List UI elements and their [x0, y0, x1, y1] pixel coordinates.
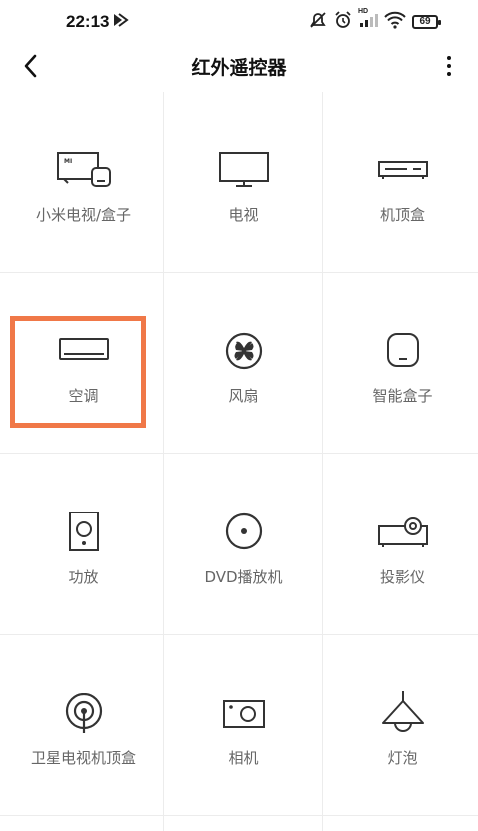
alarm-icon: [334, 11, 352, 33]
projector-icon: [377, 517, 428, 547]
device-smart-box[interactable]: 智能盒子: [323, 273, 478, 453]
tv-icon: [218, 152, 269, 187]
hd-label: HD: [358, 8, 369, 15]
air-conditioner-icon: [58, 338, 109, 360]
more-options-button[interactable]: [434, 48, 464, 84]
device-label: 智能盒子: [372, 387, 433, 405]
battery-icon: 69: [412, 15, 441, 29]
device-amplifier[interactable]: 功放: [4, 454, 163, 634]
device-set-top-box[interactable]: 机顶盒: [323, 92, 478, 272]
device-label: 功放: [68, 568, 99, 586]
device-air-conditioner[interactable]: 空调: [4, 273, 163, 453]
page-title: 红外遥控器: [191, 57, 287, 79]
signal-icon: HD: [358, 8, 378, 33]
device-label: 机顶盒: [379, 206, 425, 224]
device-label: 灯泡: [387, 749, 418, 767]
more-vertical-icon: [447, 56, 451, 76]
status-icons: HD 69: [308, 8, 441, 33]
device-grid: MI 小米电视/盒子 电视 机顶盒 空调 风扇 智能盒子 功放 DVD播放机 投…: [0, 92, 478, 831]
mi-tv-box-icon: MI: [56, 152, 111, 187]
device-label: DVD播放机: [204, 568, 283, 586]
device-label: 风扇: [228, 387, 259, 405]
device-camera[interactable]: 相机: [164, 635, 323, 815]
wifi-icon: [384, 11, 406, 33]
svg-text:MI: MI: [64, 158, 72, 165]
status-bar: 22:13 HD 69: [0, 0, 478, 40]
device-label: 投影仪: [379, 568, 425, 586]
smart-box-icon: [386, 333, 419, 367]
title-bar: 红外遥控器: [0, 40, 478, 92]
fan-icon: [225, 332, 262, 370]
device-label: 空调: [68, 387, 99, 405]
carrier-logo-icon: [112, 12, 130, 32]
device-label: 卫星电视机顶盒: [30, 749, 136, 767]
camera-icon: [222, 700, 265, 728]
device-satellite-box[interactable]: 卫星电视机顶盒: [4, 635, 163, 815]
satellite-icon: [65, 693, 102, 733]
speaker-icon: [68, 512, 99, 551]
device-fan[interactable]: 风扇: [164, 273, 323, 453]
device-label: 小米电视/盒子: [35, 206, 132, 224]
grid-divider: [0, 815, 478, 816]
disc-icon: [225, 512, 262, 550]
device-label: 相机: [228, 749, 259, 767]
set-top-box-icon: [377, 161, 428, 179]
device-dvd-player[interactable]: DVD播放机: [164, 454, 323, 634]
device-label: 电视: [228, 206, 259, 224]
status-time: 22:13: [66, 12, 110, 31]
lamp-icon: [381, 691, 424, 732]
device-projector[interactable]: 投影仪: [323, 454, 478, 634]
device-lamp[interactable]: 灯泡: [323, 635, 478, 815]
mute-notification-icon: [308, 11, 328, 33]
device-mi-tv-box[interactable]: MI 小米电视/盒子: [4, 92, 163, 272]
device-tv[interactable]: 电视: [164, 92, 323, 272]
